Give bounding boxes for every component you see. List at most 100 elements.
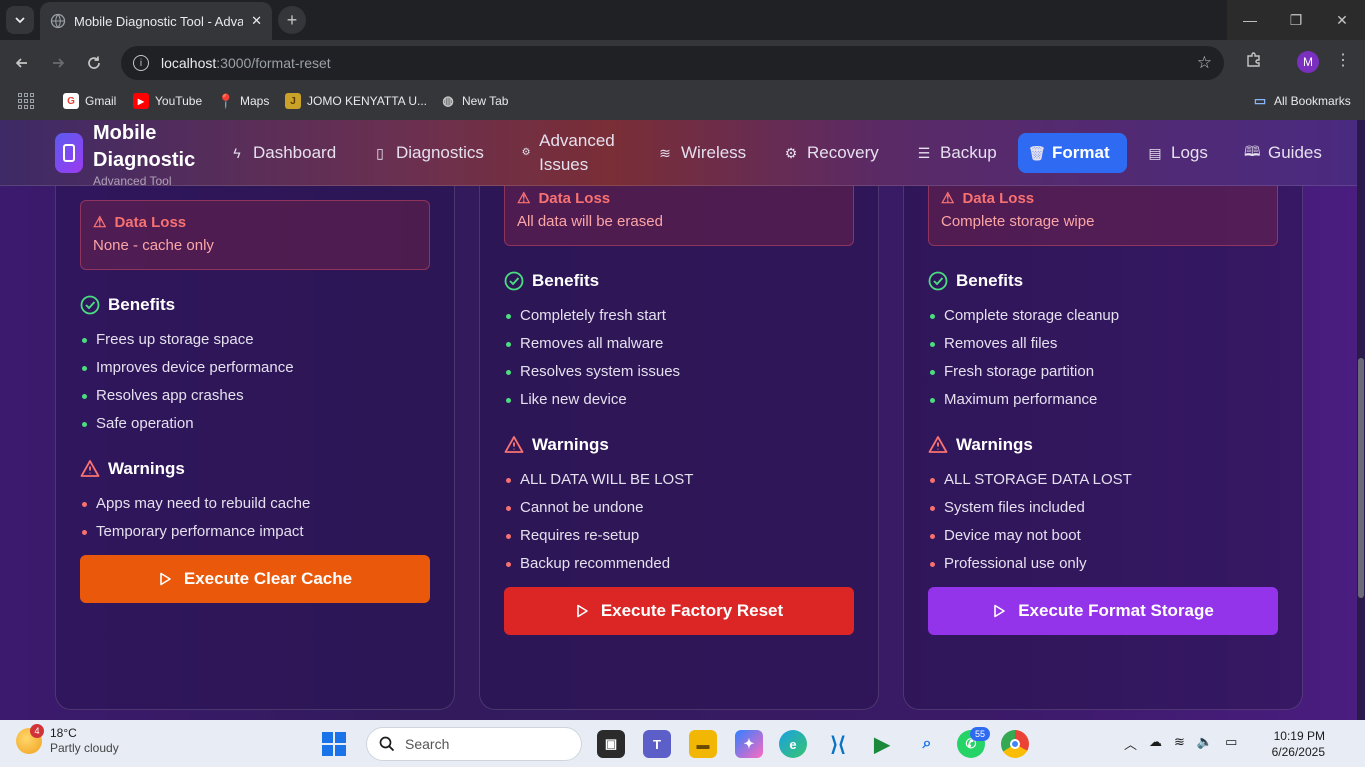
browser-tab[interactable]: Mobile Diagnostic Tool - Advan ✕ bbox=[40, 2, 272, 40]
data-loss-box: ⚠ Data Loss None - cache only bbox=[80, 200, 430, 270]
data-loss-value: None - cache only bbox=[93, 237, 214, 254]
info-icon[interactable]: i bbox=[133, 55, 149, 71]
system-clock[interactable]: 10:19 PM 6/26/2025 bbox=[1272, 728, 1325, 760]
nav-wireless[interactable]: ≋ Wireless bbox=[647, 133, 756, 173]
arrow-right-icon bbox=[53, 58, 65, 68]
bookmark-star-icon[interactable]: ☆ bbox=[1197, 53, 1212, 73]
list-item: Professional use only bbox=[930, 550, 1132, 578]
file-explorer-icon[interactable]: ▬ bbox=[689, 730, 717, 758]
chrome-icon[interactable] bbox=[1001, 730, 1029, 758]
battery-icon[interactable]: ▭ bbox=[1225, 734, 1237, 753]
benefits-list: Complete storage cleanup Removes all fil… bbox=[929, 302, 1119, 414]
edge-icon[interactable]: e bbox=[779, 730, 807, 758]
nav-backup[interactable]: ☰ Backup bbox=[906, 133, 1007, 173]
bookmark-maps[interactable]: 📍 Maps bbox=[217, 93, 269, 109]
page-scrollbar[interactable] bbox=[1357, 120, 1365, 720]
execute-clear-cache-button[interactable]: Execute Clear Cache bbox=[80, 555, 430, 603]
address-bar[interactable]: i localhost:3000/format-reset ☆ bbox=[121, 46, 1224, 80]
brand-title: Mobile Diagnostic bbox=[93, 122, 196, 171]
reload-button[interactable] bbox=[80, 49, 108, 77]
list-item: Like new device bbox=[505, 386, 680, 414]
extensions-icon[interactable] bbox=[1244, 51, 1264, 71]
nav-diagnostics[interactable]: ▯ Diagnostics bbox=[362, 133, 494, 173]
nav-recovery[interactable]: ⚙ Recovery bbox=[773, 133, 889, 173]
chevron-up-icon[interactable]: ︿ bbox=[1124, 734, 1137, 753]
warnings-title: Warnings bbox=[956, 435, 1033, 454]
browser-menu-icon[interactable]: ⋮ bbox=[1335, 50, 1351, 70]
nav-guides[interactable]: 🕮 Guides bbox=[1234, 133, 1332, 173]
nav-advanced-issues[interactable]: ⚙ Advanced Issues bbox=[511, 131, 631, 174]
page-viewport: ⚠ Data Loss None - cache only Benefits Fr… bbox=[0, 120, 1365, 720]
start-button[interactable] bbox=[322, 732, 346, 756]
minimize-button[interactable]: — bbox=[1227, 0, 1273, 40]
weather-temperature: 18°C bbox=[50, 726, 77, 740]
bookmark-university[interactable]: J JOMO KENYATTA U... bbox=[285, 93, 427, 109]
nav-format[interactable]: 🗑 Format bbox=[1018, 133, 1127, 173]
search-app-icon[interactable]: ⌕ bbox=[913, 730, 941, 758]
bookmark-new-tab[interactable]: ◍ New Tab bbox=[440, 93, 508, 109]
wifi-icon[interactable]: ≋ bbox=[1174, 734, 1185, 753]
execute-factory-reset-button[interactable]: Execute Factory Reset bbox=[504, 587, 854, 635]
warnings-title: Warnings bbox=[532, 435, 609, 454]
check-circle-icon bbox=[928, 271, 948, 291]
brand-subtitle: Advanced Tool bbox=[93, 174, 172, 188]
close-window-button[interactable]: ✕ bbox=[1319, 0, 1365, 40]
benefits-title: Benefits bbox=[956, 271, 1024, 290]
all-bookmarks[interactable]: ▭ All Bookmarks bbox=[1252, 93, 1351, 109]
scroll-thumb[interactable] bbox=[1358, 358, 1364, 598]
tab-search-button[interactable] bbox=[6, 6, 34, 34]
wifi-icon: ≋ bbox=[659, 144, 671, 161]
weather-widget[interactable]: 4 18°C Partly cloudy bbox=[16, 724, 119, 756]
volume-icon[interactable]: 🔈 bbox=[1197, 734, 1213, 753]
restore-button[interactable]: ❐ bbox=[1273, 0, 1319, 40]
bookmark-label: JOMO KENYATTA U... bbox=[307, 94, 428, 108]
nav-dashboard[interactable]: ϟ Dashboard bbox=[219, 133, 346, 173]
forward-button[interactable] bbox=[44, 49, 72, 77]
nav-logs[interactable]: ▤ Logs bbox=[1137, 133, 1218, 173]
close-tab-icon[interactable]: ✕ bbox=[251, 13, 262, 29]
browser-toolbar: i localhost:3000/format-reset ☆ M ⋮ bbox=[0, 40, 1365, 86]
data-loss-label: Data Loss bbox=[114, 213, 187, 231]
warnings-heading: Warnings bbox=[504, 435, 609, 455]
data-loss-label: Data Loss bbox=[538, 189, 611, 207]
list-item: Requires re-setup bbox=[505, 522, 693, 550]
partly-cloudy-icon: 4 bbox=[16, 724, 44, 754]
bookmark-youtube[interactable]: ▶ YouTube bbox=[133, 93, 202, 109]
warning-triangle-icon bbox=[928, 436, 948, 453]
task-view-icon[interactable]: ▣ bbox=[597, 730, 625, 758]
format-storage-card: ⚠ Data Loss Complete storage wipe Benefit… bbox=[903, 120, 1303, 710]
execute-format-storage-button[interactable]: Execute Format Storage bbox=[928, 587, 1278, 635]
apps-grid-icon[interactable] bbox=[18, 93, 34, 109]
alert-triangle-icon: ⚠ bbox=[517, 190, 531, 207]
vscode-icon[interactable]: ⟩⟨ bbox=[824, 730, 852, 758]
alert-triangle-icon: ⚠ bbox=[941, 190, 955, 207]
bookmark-label: Gmail bbox=[85, 94, 117, 108]
play-store-icon[interactable]: ▶ bbox=[868, 730, 896, 758]
nav-label: Format bbox=[1052, 143, 1110, 162]
taskbar-search[interactable]: Search bbox=[366, 727, 582, 761]
phone-icon: ▯ bbox=[376, 144, 384, 161]
nav-label: Backup bbox=[940, 143, 997, 162]
button-label: Execute Format Storage bbox=[1018, 601, 1214, 620]
youtube-icon: ▶ bbox=[133, 93, 149, 109]
new-tab-button[interactable]: + bbox=[278, 6, 306, 34]
clock-date: 6/26/2025 bbox=[1271, 745, 1325, 759]
list-item: Device may not boot bbox=[930, 522, 1132, 550]
warnings-list: ALL DATA WILL BE LOST Cannot be undone R… bbox=[505, 466, 693, 578]
back-button[interactable] bbox=[8, 49, 36, 77]
window-controls: — ❐ ✕ bbox=[1227, 0, 1365, 40]
cloud-off-icon[interactable]: ☁ bbox=[1149, 734, 1162, 753]
list-item: Resolves system issues bbox=[505, 358, 680, 386]
teams-icon[interactable]: T bbox=[643, 730, 671, 758]
search-placeholder: Search bbox=[405, 736, 450, 752]
bookmark-gmail[interactable]: G Gmail bbox=[63, 93, 116, 109]
clear-cache-card: ⚠ Data Loss None - cache only Benefits Fr… bbox=[55, 120, 455, 710]
nav-label: Guides bbox=[1268, 143, 1322, 162]
profile-avatar[interactable]: M bbox=[1297, 51, 1319, 73]
data-loss-box: ⚠ Data Loss Complete storage wipe bbox=[928, 176, 1278, 246]
list-item: Removes all malware bbox=[505, 330, 680, 358]
browser-tab-bar: Mobile Diagnostic Tool - Advan ✕ + — ❐ ✕ bbox=[0, 0, 1365, 40]
benefits-title: Benefits bbox=[108, 295, 176, 314]
list-item: System files included bbox=[930, 494, 1132, 522]
copilot-icon[interactable]: ✦ bbox=[735, 730, 763, 758]
